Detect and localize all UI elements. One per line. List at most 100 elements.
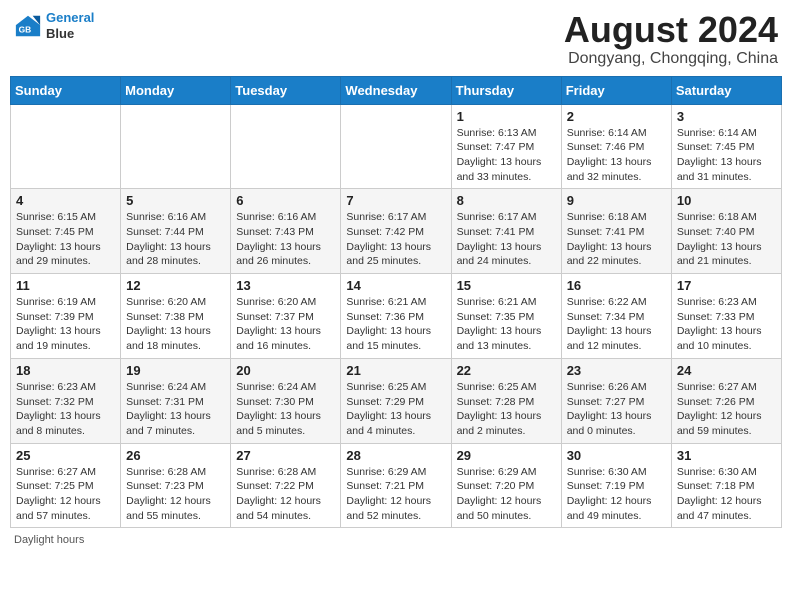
- day-number: 8: [457, 193, 556, 208]
- day-cell: 5 Sunrise: 6:16 AMSunset: 7:44 PMDaylight…: [121, 189, 231, 274]
- day-info: Sunrise: 6:27 AMSunset: 7:25 PMDaylight:…: [16, 465, 115, 524]
- day-info: Sunrise: 6:16 AMSunset: 7:44 PMDaylight:…: [126, 210, 225, 269]
- day-number: 24: [677, 363, 776, 378]
- day-cell: 15 Sunrise: 6:21 AMSunset: 7:35 PMDayligh…: [451, 274, 561, 359]
- day-cell: 27Sunrise: 6:28 AMSunset: 7:22 PMDayligh…: [231, 443, 341, 528]
- day-header-friday: Friday: [561, 76, 671, 104]
- day-cell: 31 Sunrise: 6:30 AMSunset: 7:18 PMDayligh…: [671, 443, 781, 528]
- day-info: Sunrise: 6:28 AMSunset: 7:22 PMDaylight:…: [236, 465, 335, 524]
- day-cell: 29 Sunrise: 6:29 AMSunset: 7:20 PMDayligh…: [451, 443, 561, 528]
- day-number: 11: [16, 278, 115, 293]
- day-number: 20: [236, 363, 335, 378]
- day-info: Sunrise: 6:13 AMSunset: 7:47 PMDaylight:…: [457, 126, 556, 185]
- day-cell: 10Sunrise: 6:18 AMSunset: 7:40 PMDayligh…: [671, 189, 781, 274]
- day-cell: 12Sunrise: 6:20 AMSunset: 7:38 PMDayligh…: [121, 274, 231, 359]
- day-header-tuesday: Tuesday: [231, 76, 341, 104]
- day-info: Sunrise: 6:30 AMSunset: 7:18 PMDaylight:…: [677, 465, 776, 524]
- day-cell: 30 Sunrise: 6:30 AMSunset: 7:19 PMDayligh…: [561, 443, 671, 528]
- day-cell: 20Sunrise: 6:24 AMSunset: 7:30 PMDayligh…: [231, 358, 341, 443]
- day-info: Sunrise: 6:20 AMSunset: 7:37 PMDaylight:…: [236, 295, 335, 354]
- day-cell: 18 Sunrise: 6:23 AMSunset: 7:32 PMDayligh…: [11, 358, 121, 443]
- week-row-1: 1 Sunrise: 6:13 AMSunset: 7:47 PMDaylight…: [11, 104, 782, 189]
- day-cell: 21Sunrise: 6:25 AMSunset: 7:29 PMDayligh…: [341, 358, 451, 443]
- day-cell: 17 Sunrise: 6:23 AMSunset: 7:33 PMDayligh…: [671, 274, 781, 359]
- day-info: Sunrise: 6:23 AMSunset: 7:33 PMDaylight:…: [677, 295, 776, 354]
- day-cell: 6 Sunrise: 6:16 AMSunset: 7:43 PMDaylight…: [231, 189, 341, 274]
- day-number: 23: [567, 363, 666, 378]
- day-info: Sunrise: 6:17 AMSunset: 7:42 PMDaylight:…: [346, 210, 445, 269]
- day-number: 18: [16, 363, 115, 378]
- day-info: Sunrise: 6:21 AMSunset: 7:35 PMDaylight:…: [457, 295, 556, 354]
- day-info: Sunrise: 6:29 AMSunset: 7:20 PMDaylight:…: [457, 465, 556, 524]
- day-number: 16: [567, 278, 666, 293]
- page-title: August 2024: [564, 10, 778, 50]
- day-info: Sunrise: 6:21 AMSunset: 7:36 PMDaylight:…: [346, 295, 445, 354]
- day-info: Sunrise: 6:17 AMSunset: 7:41 PMDaylight:…: [457, 210, 556, 269]
- day-cell: 11 Sunrise: 6:19 AMSunset: 7:39 PMDayligh…: [11, 274, 121, 359]
- day-number: 1: [457, 109, 556, 124]
- day-number: 25: [16, 448, 115, 463]
- day-info: Sunrise: 6:16 AMSunset: 7:43 PMDaylight:…: [236, 210, 335, 269]
- day-cell: [11, 104, 121, 189]
- day-cell: 28 Sunrise: 6:29 AMSunset: 7:21 PMDayligh…: [341, 443, 451, 528]
- day-number: 30: [567, 448, 666, 463]
- logo-line2: Blue: [46, 26, 94, 42]
- day-number: 15: [457, 278, 556, 293]
- day-number: 5: [126, 193, 225, 208]
- day-info: Sunrise: 6:28 AMSunset: 7:23 PMDaylight:…: [126, 465, 225, 524]
- day-cell: 3 Sunrise: 6:14 AMSunset: 7:45 PMDaylight…: [671, 104, 781, 189]
- day-number: 7: [346, 193, 445, 208]
- logo: GB General Blue: [14, 10, 94, 41]
- week-row-4: 18 Sunrise: 6:23 AMSunset: 7:32 PMDayligh…: [11, 358, 782, 443]
- day-number: 21: [346, 363, 445, 378]
- day-cell: 19Sunrise: 6:24 AMSunset: 7:31 PMDayligh…: [121, 358, 231, 443]
- daylight-hours-label: Daylight hours: [14, 534, 84, 546]
- week-row-3: 11 Sunrise: 6:19 AMSunset: 7:39 PMDayligh…: [11, 274, 782, 359]
- day-cell: 24 Sunrise: 6:27 AMSunset: 7:26 PMDayligh…: [671, 358, 781, 443]
- day-info: Sunrise: 6:24 AMSunset: 7:31 PMDaylight:…: [126, 380, 225, 439]
- page-subtitle: Dongyang, Chongqing, China: [564, 50, 778, 68]
- day-cell: [121, 104, 231, 189]
- day-number: 22: [457, 363, 556, 378]
- day-number: 9: [567, 193, 666, 208]
- calendar: SundayMondayTuesdayWednesdayThursdayFrid…: [10, 76, 782, 529]
- day-info: Sunrise: 6:19 AMSunset: 7:39 PMDaylight:…: [16, 295, 115, 354]
- day-info: Sunrise: 6:23 AMSunset: 7:32 PMDaylight:…: [16, 380, 115, 439]
- day-number: 28: [346, 448, 445, 463]
- day-number: 29: [457, 448, 556, 463]
- day-info: Sunrise: 6:26 AMSunset: 7:27 PMDaylight:…: [567, 380, 666, 439]
- day-header-row: SundayMondayTuesdayWednesdayThursdayFrid…: [11, 76, 782, 104]
- day-cell: 7 Sunrise: 6:17 AMSunset: 7:42 PMDaylight…: [341, 189, 451, 274]
- day-info: Sunrise: 6:27 AMSunset: 7:26 PMDaylight:…: [677, 380, 776, 439]
- day-cell: 26Sunrise: 6:28 AMSunset: 7:23 PMDayligh…: [121, 443, 231, 528]
- day-number: 12: [126, 278, 225, 293]
- day-cell: 23 Sunrise: 6:26 AMSunset: 7:27 PMDayligh…: [561, 358, 671, 443]
- day-cell: [231, 104, 341, 189]
- day-info: Sunrise: 6:14 AMSunset: 7:46 PMDaylight:…: [567, 126, 666, 185]
- svg-text:GB: GB: [19, 24, 32, 34]
- day-number: 17: [677, 278, 776, 293]
- day-number: 14: [346, 278, 445, 293]
- footer-note: Daylight hours: [10, 534, 782, 546]
- day-number: 31: [677, 448, 776, 463]
- day-cell: 4Sunrise: 6:15 AMSunset: 7:45 PMDaylight…: [11, 189, 121, 274]
- day-info: Sunrise: 6:30 AMSunset: 7:19 PMDaylight:…: [567, 465, 666, 524]
- day-number: 3: [677, 109, 776, 124]
- day-cell: 22Sunrise: 6:25 AMSunset: 7:28 PMDayligh…: [451, 358, 561, 443]
- day-info: Sunrise: 6:18 AMSunset: 7:41 PMDaylight:…: [567, 210, 666, 269]
- day-cell: 14 Sunrise: 6:21 AMSunset: 7:36 PMDayligh…: [341, 274, 451, 359]
- day-cell: 8 Sunrise: 6:17 AMSunset: 7:41 PMDaylight…: [451, 189, 561, 274]
- logo-icon: GB: [14, 12, 42, 40]
- day-number: 6: [236, 193, 335, 208]
- week-row-2: 4Sunrise: 6:15 AMSunset: 7:45 PMDaylight…: [11, 189, 782, 274]
- day-header-thursday: Thursday: [451, 76, 561, 104]
- day-header-sunday: Sunday: [11, 76, 121, 104]
- day-cell: 1 Sunrise: 6:13 AMSunset: 7:47 PMDaylight…: [451, 104, 561, 189]
- day-number: 10: [677, 193, 776, 208]
- day-info: Sunrise: 6:14 AMSunset: 7:45 PMDaylight:…: [677, 126, 776, 185]
- day-header-monday: Monday: [121, 76, 231, 104]
- day-number: 2: [567, 109, 666, 124]
- day-info: Sunrise: 6:29 AMSunset: 7:21 PMDaylight:…: [346, 465, 445, 524]
- day-header-saturday: Saturday: [671, 76, 781, 104]
- day-cell: 25 Sunrise: 6:27 AMSunset: 7:25 PMDayligh…: [11, 443, 121, 528]
